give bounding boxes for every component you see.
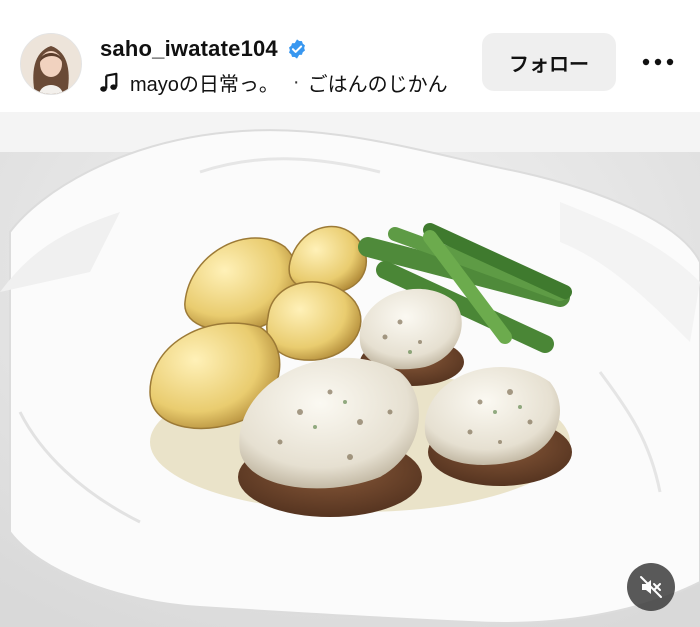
food-photo bbox=[0, 112, 700, 627]
username-link[interactable]: saho_iwatate104 bbox=[100, 36, 278, 62]
mute-toggle-button[interactable] bbox=[627, 563, 675, 611]
post-header: saho_iwatate104 mayoの日常っ。 · ごはんのじかん フォロー bbox=[0, 0, 700, 112]
music-track-title[interactable]: mayoの日常っ。 bbox=[130, 68, 279, 97]
follow-button[interactable]: フォロー bbox=[482, 33, 616, 91]
verified-badge-icon bbox=[286, 38, 308, 60]
username-row: saho_iwatate104 bbox=[100, 36, 308, 62]
more-options-icon[interactable] bbox=[638, 44, 678, 80]
audio-attribution[interactable]: mayoの日常っ。 · ごはんのじかん bbox=[98, 68, 448, 97]
audio-label[interactable]: ごはんのじかん bbox=[308, 68, 448, 97]
separator-dot: · bbox=[292, 71, 300, 93]
music-note-icon bbox=[98, 72, 120, 94]
post-media[interactable] bbox=[0, 112, 700, 627]
avatar-image bbox=[21, 34, 81, 94]
avatar[interactable] bbox=[20, 33, 82, 95]
speaker-muted-icon bbox=[640, 576, 662, 598]
